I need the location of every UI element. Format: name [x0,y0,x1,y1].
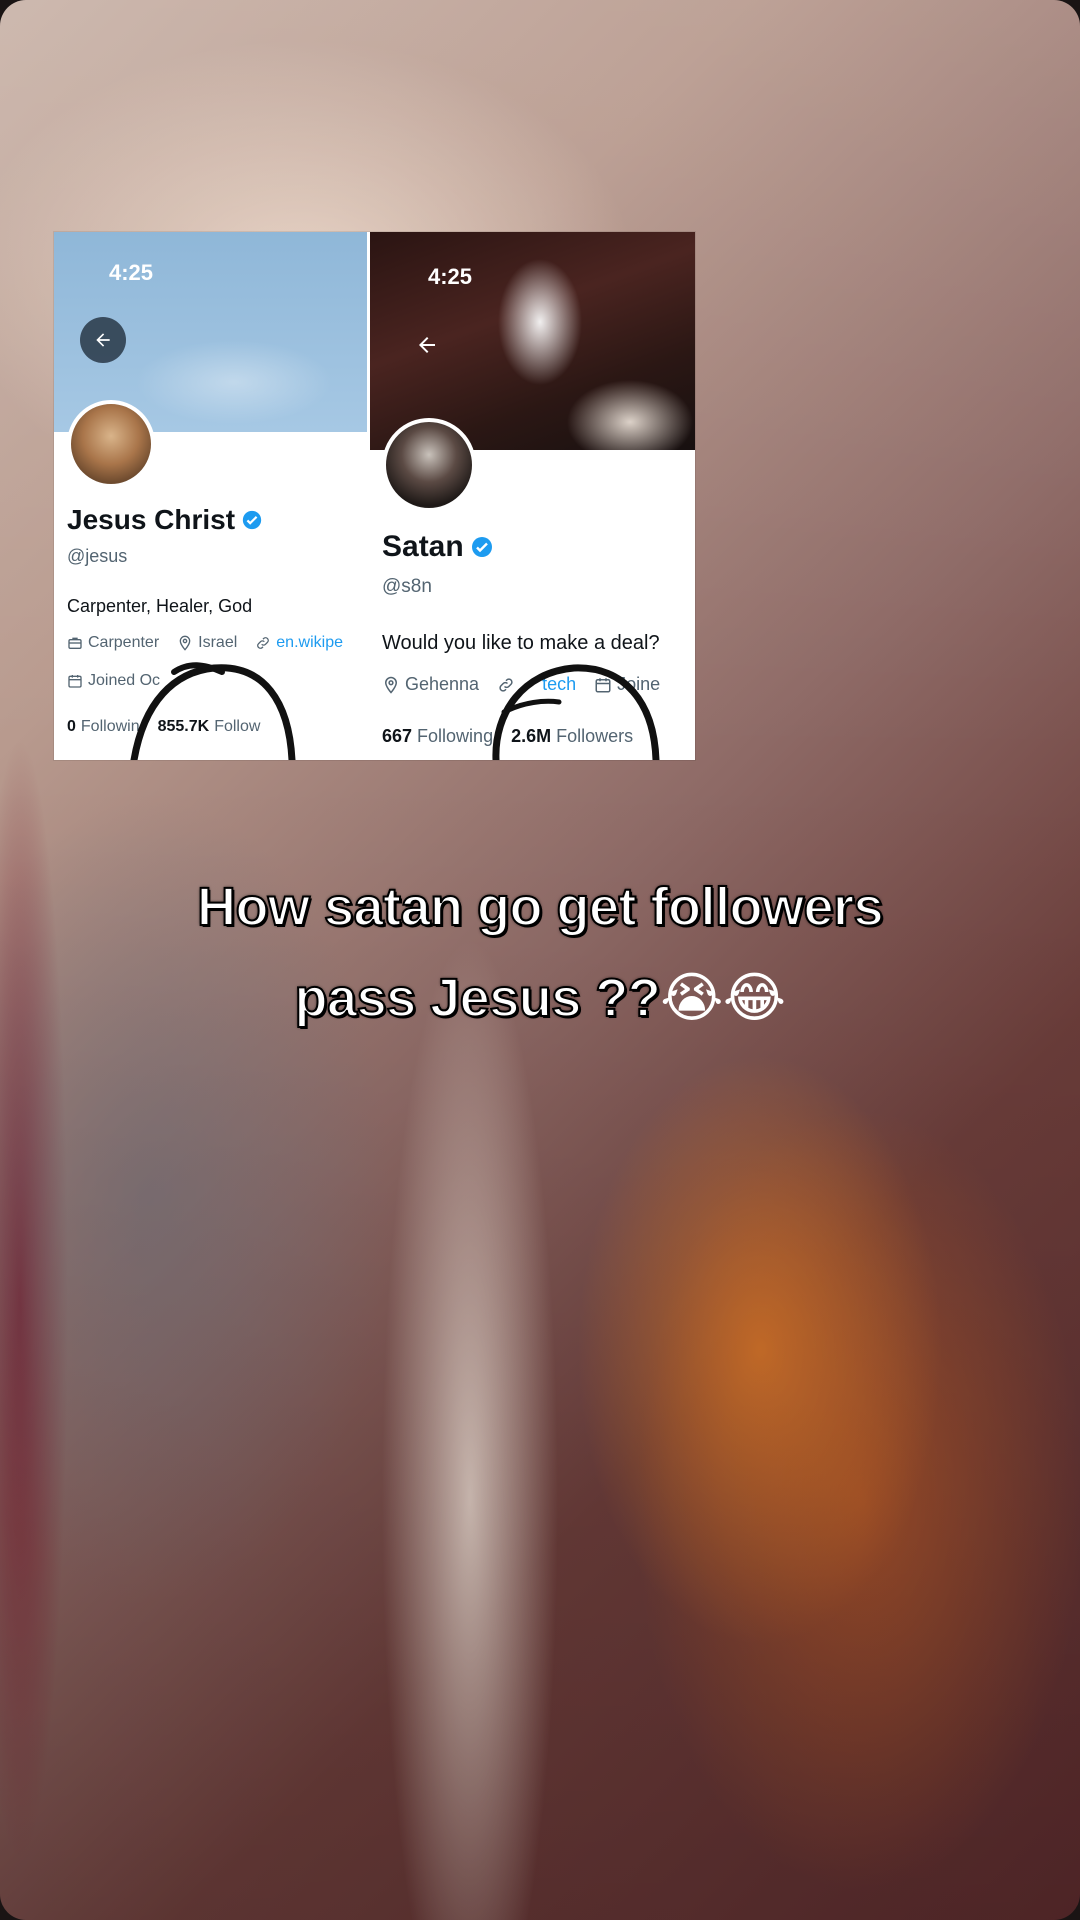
video-caption-line-1: How satan go get followers [196,876,885,938]
right-profile-panel: 4:25 Satan @s8n Would you like to make a… [370,232,695,760]
profile-location-label: Israel [198,634,238,651]
followers-stat[interactable]: 855.7K Follow [158,718,261,736]
location-pin-icon [179,635,191,651]
status-time: 4:25 [428,264,473,289]
profile-name-row: Jesus Christ [67,504,263,536]
profile-location: Israel [177,634,237,652]
profile-name-row: Satan [382,530,494,564]
profile-meta-row: Carpenter Israel en.wikipe [67,634,361,652]
profile-stats: 0 Followin 855.7K Follow [67,718,278,736]
link-icon [257,637,270,649]
profile-link[interactable]: tech [497,674,576,695]
profile-handle: @s8n [382,576,432,597]
verified-badge-icon [241,509,263,531]
back-button[interactable] [404,322,450,368]
location-pin-icon [384,676,398,694]
profile-bio: Carpenter, Healer, God [67,596,253,616]
followers-count: 855.7K [157,718,210,735]
video-caption-line-2: pass Jesus ??😭😂 [0,966,1080,1029]
profile-stats: 667 Following 2.6M Followers [382,726,651,747]
profile-name: Jesus Christ [67,504,236,535]
profile-joined-label: Joined Oc [88,672,161,689]
profile-location: Gehenna [382,674,479,695]
caption-emoji: 😭😂 [660,966,786,1029]
profile-joined: Joined Oc [67,672,160,690]
profile-handle: @jesus [67,546,128,566]
calendar-icon [68,675,82,688]
profile-job: Carpenter [67,634,159,652]
calendar-icon [595,677,611,692]
avatar[interactable] [67,400,155,488]
link-icon [499,677,513,692]
briefcase-icon [68,637,82,649]
profile-link[interactable]: en.wikipe [255,634,343,652]
following-count: 667 [382,726,413,746]
profile-meta-row: Gehenna tech Joine [382,674,678,695]
profile-joined-label: Joine [617,674,661,694]
profile-bio: Would you like to make a deal? [382,632,660,654]
profile-joined-row: Joined Oc [67,672,178,690]
followers-count: 2.6M [511,726,552,746]
following-label: Followin [80,718,140,735]
back-arrow-icon [96,333,110,347]
profile-link-label[interactable]: en.wikipe [276,634,343,652]
profile-link-label[interactable]: tech [542,674,576,695]
following-stat[interactable]: 0 Followin [67,718,140,736]
caption-text: pass Jesus ?? [294,967,662,1028]
followers-label: Follow [214,718,261,735]
following-count: 0 [67,718,76,735]
left-profile-panel: 4:25 Jesus Christ @jesus Carpenter, Heal… [54,232,367,760]
followers-stat[interactable]: 2.6M Followers [511,726,633,747]
profile-job-label: Carpenter [88,634,160,651]
back-arrow-icon [419,337,435,353]
avatar[interactable] [382,418,476,512]
following-label: Following [417,726,494,746]
profile-comparison-collage: 4:25 Jesus Christ @jesus Carpenter, Heal… [54,232,695,760]
status-time: 4:25 [109,260,154,285]
profile-name: Satan [382,530,464,563]
profile-location-label: Gehenna [405,674,480,694]
followers-label: Followers [556,726,634,746]
profile-joined: Joine [594,674,660,695]
following-stat[interactable]: 667 Following [382,726,493,747]
verified-badge-icon [470,535,494,559]
back-button[interactable] [80,317,126,363]
